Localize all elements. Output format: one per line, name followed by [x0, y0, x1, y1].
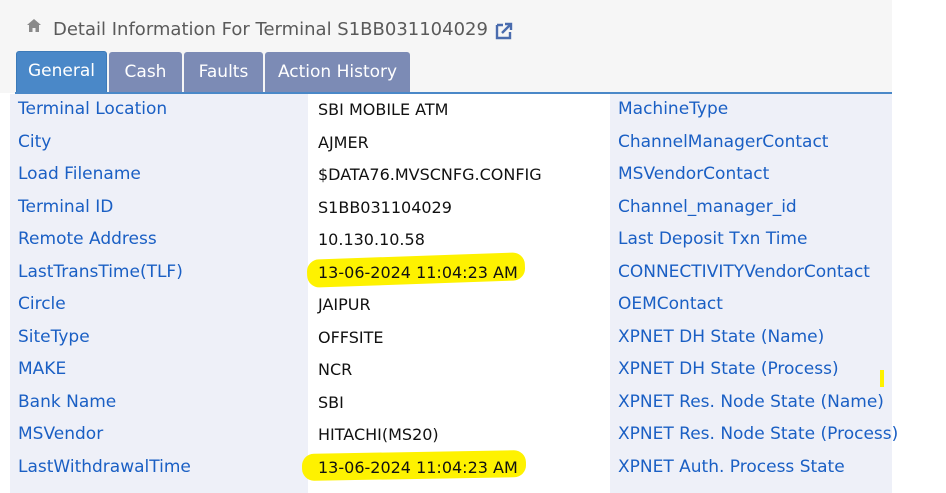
field-label: XPNET DH State (Name)	[618, 327, 825, 347]
field-value: 13-06-2024 11:04:23 AM	[318, 263, 518, 282]
field-value: 10.130.10.58	[318, 230, 425, 249]
field-label: Circle	[18, 294, 66, 314]
field-value: 13-06-2024 11:04:23 AM	[318, 458, 518, 477]
field-label: Load Filename	[18, 164, 141, 184]
field-value: S1BB031104029	[318, 198, 452, 217]
field-label: Bank Name	[18, 392, 117, 412]
field-label: City	[18, 132, 52, 152]
field-label: LastTransTime(TLF)	[18, 262, 183, 282]
field-value: OFFSITE	[318, 328, 384, 347]
field-label: MAKE	[18, 359, 67, 379]
field-label: MSVendor	[18, 424, 104, 444]
field-label: SiteType	[18, 327, 90, 347]
field-label: OEMContact	[618, 294, 723, 314]
field-label: XPNET Res. Node State (Process)	[618, 424, 899, 444]
field-label: CONNECTIVITYVendorContact	[618, 262, 870, 282]
right-margin	[892, 0, 946, 493]
field-value: $DATA76.MVSCNFG.CONFIG	[318, 165, 542, 184]
field-label: Terminal ID	[18, 197, 114, 217]
field-label: Terminal Location	[18, 99, 168, 119]
tab-cash[interactable]: Cash	[109, 52, 182, 93]
field-label: LastWithdrawalTime	[18, 457, 191, 477]
tab-faults[interactable]: Faults	[184, 52, 263, 93]
field-value: SBI MOBILE ATM	[318, 100, 449, 119]
field-label: Last Deposit Txn Time	[618, 229, 808, 249]
field-label: Remote Address	[18, 229, 157, 249]
open-external-icon[interactable]	[494, 21, 514, 41]
page-title: Detail Information For Terminal S1BB0311…	[53, 19, 488, 40]
field-value: NCR	[318, 360, 353, 379]
highlight-mark	[880, 370, 884, 387]
tab-action-history[interactable]: Action History	[265, 52, 410, 93]
field-value: AJMER	[318, 133, 369, 152]
field-value: SBI	[318, 393, 344, 412]
field-label: XPNET DH State (Process)	[618, 359, 839, 379]
field-label: MachineType	[618, 99, 729, 119]
field-label: Channel_manager_id	[618, 197, 797, 217]
field-label: XPNET Res. Node State (Name)	[618, 392, 884, 412]
field-label: MSVendorContact	[618, 164, 770, 184]
field-label: ChannelManagerContact	[618, 132, 829, 152]
field-value: HITACHI(MS20)	[318, 425, 439, 444]
field-label: XPNET Auth. Process State	[618, 457, 845, 477]
home-icon[interactable]	[27, 19, 41, 32]
tab-general[interactable]: General	[16, 51, 107, 93]
field-value: JAIPUR	[318, 295, 371, 314]
